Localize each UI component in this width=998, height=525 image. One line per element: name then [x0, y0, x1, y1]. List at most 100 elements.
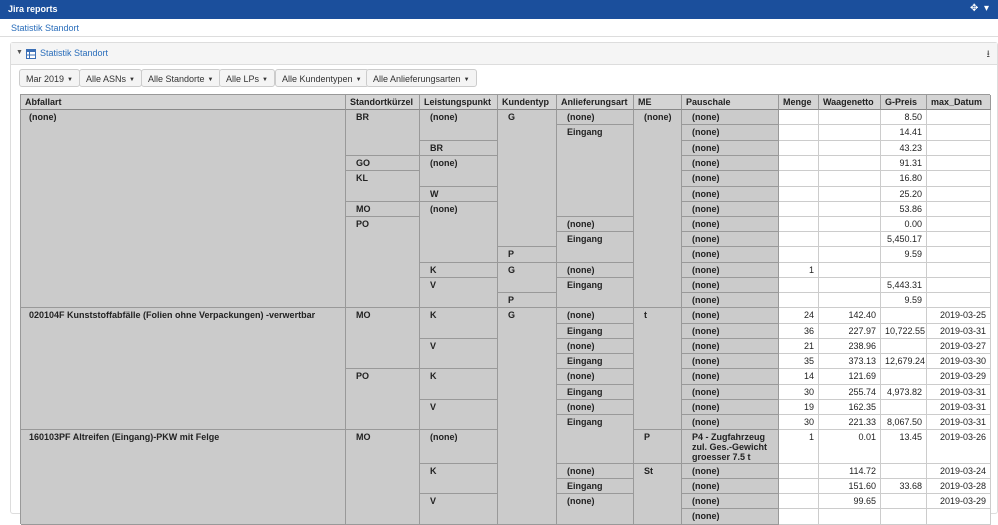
cell-waagenetto — [819, 263, 881, 278]
filter-month[interactable]: Mar 2019 ▼ — [19, 69, 80, 87]
cell-max-datum — [927, 187, 991, 202]
group-kundentyp: G — [498, 110, 557, 247]
group-anlieferungsart: (none) — [557, 308, 634, 324]
col-header-gpreis[interactable]: G-Preis — [881, 95, 927, 110]
cell-waagenetto: 373.13 — [819, 354, 881, 369]
cell-menge: 35 — [779, 354, 819, 369]
cell-pauschale: (none) — [682, 494, 779, 509]
breadcrumb-link[interactable]: Statistik Standort — [11, 23, 79, 33]
group-anlieferungsart: (none) — [557, 217, 634, 232]
cell-waagenetto — [819, 110, 881, 125]
group-standort: GO — [346, 156, 420, 171]
cell-waagenetto — [819, 187, 881, 202]
cell-max-datum — [927, 232, 991, 247]
cell-menge: 14 — [779, 369, 819, 385]
group-leistungspunkt: W — [420, 187, 498, 202]
cell-gpreis — [881, 263, 927, 278]
cell-max-datum — [927, 217, 991, 232]
cell-max-datum: 2019-03-31 — [927, 385, 991, 400]
cell-menge — [779, 141, 819, 156]
group-standort: KL — [346, 171, 420, 202]
cell-gpreis — [881, 339, 927, 354]
download-icon[interactable]: ⭳ — [987, 47, 991, 64]
cell-waagenetto — [819, 217, 881, 232]
group-leistungspunkt: V — [420, 400, 498, 430]
filter-standort[interactable]: Alle Standorte ▼ — [141, 69, 221, 87]
group-anlieferungsart: (none) — [557, 494, 634, 525]
cell-pauschale: (none) — [682, 278, 779, 293]
group-anlieferungsart: (none) — [557, 369, 634, 385]
cell-gpreis: 13.45 — [881, 430, 927, 464]
cell-pauschale: (none) — [682, 324, 779, 339]
cell-menge: 1 — [779, 263, 819, 278]
cell-waagenetto — [819, 141, 881, 156]
cell-max-datum — [927, 141, 991, 156]
cell-menge — [779, 217, 819, 232]
group-anlieferungsart: Eingang — [557, 232, 634, 263]
cell-max-datum — [927, 247, 991, 263]
cell-gpreis — [881, 494, 927, 509]
cell-max-datum: 2019-03-24 — [927, 464, 991, 479]
cell-max-datum: 2019-03-29 — [927, 494, 991, 509]
group-standort: PO — [346, 217, 420, 308]
cell-pauschale: (none) — [682, 263, 779, 278]
cell-gpreis: 9.59 — [881, 247, 927, 263]
col-header-standortkuerzel[interactable]: Standortkürzel — [346, 95, 420, 110]
filter-kundentyp[interactable]: Alle Kundentypen ▼ — [275, 69, 369, 87]
cell-waagenetto — [819, 125, 881, 141]
cell-menge — [779, 509, 819, 525]
group-me: t — [634, 308, 682, 430]
collapse-icon[interactable]: ▾ — [984, 3, 989, 15]
group-standort: BR — [346, 110, 420, 156]
group-leistungspunkt: (none) — [420, 110, 498, 141]
group-standort: MO — [346, 202, 420, 217]
cell-max-datum: 2019-03-27 — [927, 339, 991, 354]
cell-max-datum — [927, 202, 991, 217]
cell-waagenetto — [819, 202, 881, 217]
filter-anlieferungsart[interactable]: Alle Anlieferungsarten ▼ — [366, 69, 477, 87]
filter-lp[interactable]: Alle LPs ▼ — [219, 69, 275, 87]
col-header-pauschale[interactable]: Pauschale — [682, 95, 779, 110]
cell-menge — [779, 293, 819, 308]
panel-title: Statistik Standort — [40, 48, 109, 58]
col-header-me[interactable]: ME — [634, 95, 682, 110]
cell-menge — [779, 156, 819, 171]
filter-asn[interactable]: Alle ASNs ▼ — [79, 69, 142, 87]
cell-max-datum: 2019-03-31 — [927, 324, 991, 339]
cell-waagenetto — [819, 293, 881, 308]
cell-gpreis: 9.59 — [881, 293, 927, 308]
dropdown-caret-icon: ▼ — [207, 77, 214, 83]
group-abfallart: (none) — [21, 110, 346, 308]
cell-gpreis: 25.20 — [881, 187, 927, 202]
dropdown-caret-icon: ▼ — [463, 77, 470, 83]
cell-waagenetto — [819, 156, 881, 171]
col-header-anlieferungsart[interactable]: Anlieferungsart — [557, 95, 634, 110]
collapse-caret-icon[interactable]: ▼ — [16, 49, 23, 56]
col-header-kundentyp[interactable]: Kundentyp — [498, 95, 557, 110]
col-header-maxdatum[interactable]: max_Datum — [927, 95, 991, 110]
group-anlieferungsart: Eingang — [557, 479, 634, 494]
group-leistungspunkt: K — [420, 263, 498, 278]
cell-pauschale: (none) — [682, 156, 779, 171]
cell-gpreis — [881, 509, 927, 525]
cell-gpreis — [881, 464, 927, 479]
cell-menge: 36 — [779, 324, 819, 339]
cell-menge — [779, 187, 819, 202]
cell-pauschale: P4 - Zugfahrzeug zul. Ges.-Gewicht groes… — [682, 430, 779, 464]
group-me: P — [634, 430, 682, 464]
cell-waagenetto: 151.60 — [819, 479, 881, 494]
cell-menge: 30 — [779, 385, 819, 400]
cell-gpreis — [881, 369, 927, 385]
move-icon[interactable]: ✥ — [970, 3, 978, 15]
col-header-waagenetto[interactable]: Waagenetto — [819, 95, 881, 110]
cell-menge: 21 — [779, 339, 819, 354]
cell-menge — [779, 464, 819, 479]
group-anlieferungsart: Eingang — [557, 278, 634, 308]
col-header-menge[interactable]: Menge — [779, 95, 819, 110]
cell-menge — [779, 247, 819, 263]
cell-max-datum: 2019-03-25 — [927, 308, 991, 324]
col-header-abfallart[interactable]: Abfallart — [21, 95, 346, 110]
group-anlieferungsart: Eingang — [557, 125, 634, 217]
cell-gpreis — [881, 400, 927, 415]
col-header-leistungspunkt[interactable]: Leistungspunkt — [420, 95, 498, 110]
